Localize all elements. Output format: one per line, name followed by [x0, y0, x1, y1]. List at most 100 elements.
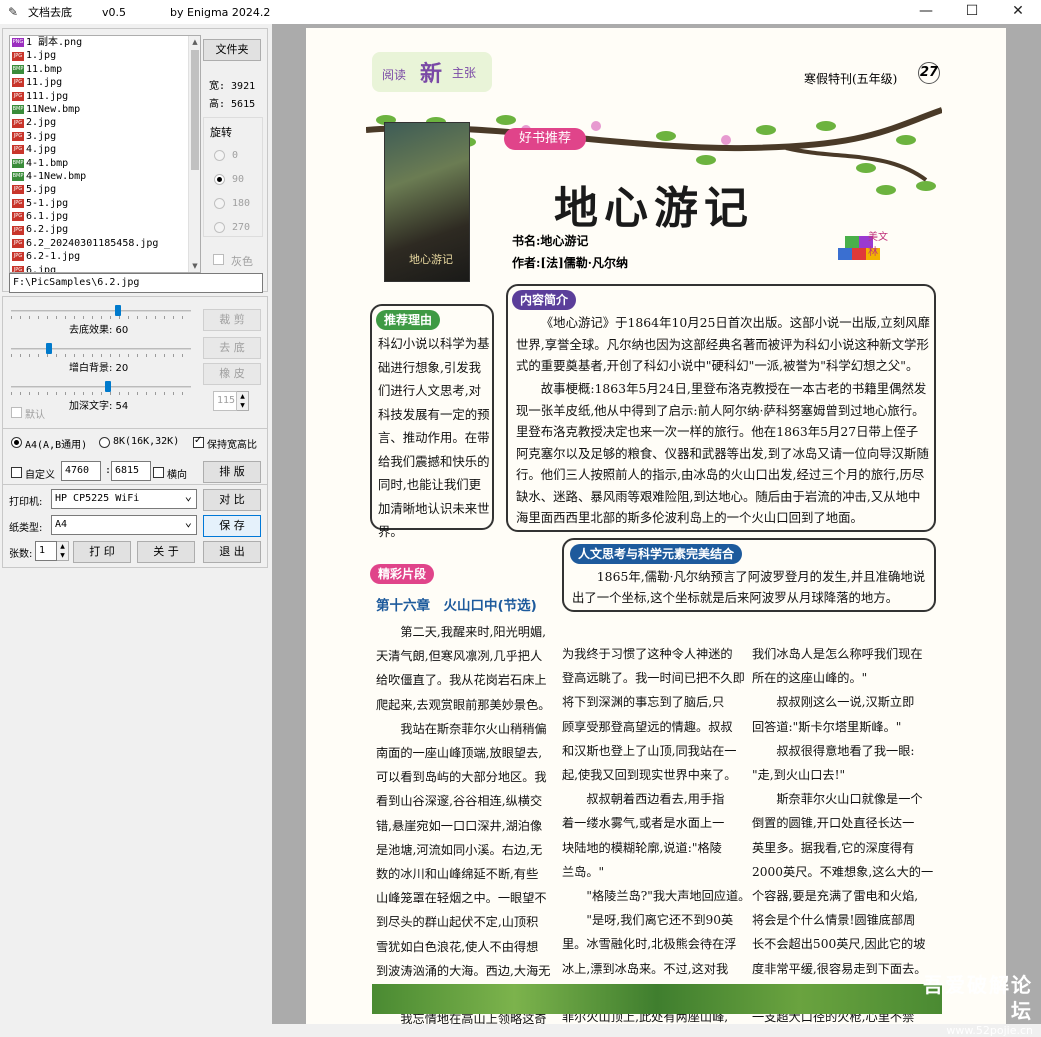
text-line: 起,使我又回到现实世界中来了。 [562, 768, 737, 783]
slider-knob[interactable] [104, 381, 111, 392]
scroll-up-icon[interactable]: ▲ [189, 36, 200, 48]
arrange-button[interactable]: 排 版 [203, 461, 261, 483]
printer-select[interactable]: HP CP5225 WiFi [51, 487, 197, 509]
minimize-button[interactable]: — [903, 0, 949, 24]
book-cover-image: 地心游记 [384, 122, 470, 282]
file-list-item[interactable]: JPG 1.jpg [10, 49, 200, 62]
custom-checkbox[interactable] [11, 467, 22, 478]
file-list-item[interactable]: JPG 4.jpg [10, 143, 200, 156]
copies-spinner[interactable]: ▲ ▼ [57, 541, 69, 561]
bmp-file-icon: BMP [12, 172, 24, 182]
app-version: v0.5 [102, 5, 127, 19]
close-button[interactable]: ✕ [995, 0, 1041, 24]
8k-radio[interactable] [99, 437, 110, 448]
text-line: 冰上,漂到冰岛来。不过,这对我 [562, 961, 729, 976]
text-line: 可以看到岛屿的大部分地区。我 [376, 770, 547, 785]
crop-button[interactable]: 裁 剪 [203, 309, 261, 331]
landscape-checkbox[interactable] [153, 467, 164, 478]
text-line: 爬起来,去观赏眼前那美妙景色。 [376, 697, 551, 712]
text-line: 顾享受那登高望远的情趣。叔叔 [562, 719, 733, 734]
gray-checkbox[interactable] [213, 254, 224, 265]
slider-knob[interactable] [45, 343, 52, 354]
file-path-field[interactable]: F:\PicSamples\6.2.jpg [9, 273, 263, 293]
copies-field[interactable]: 1 [35, 541, 57, 561]
file-list-item[interactable]: PNG 1 副本.png [10, 36, 200, 49]
rotate-90-label: 90 [232, 174, 245, 185]
paper-select[interactable]: A4 [51, 513, 197, 535]
file-group: PNG 1 副本.png JPG 1.jpg BMP 11.bmp JPG 11.jpg JPG… [2, 28, 268, 293]
file-list-item[interactable]: JPG 11.jpg [10, 76, 200, 89]
rotate-0-radio[interactable] [214, 150, 225, 161]
default-checkbox[interactable] [11, 407, 22, 418]
summary-p1: 《地心游记》于1864年10月25日首次出版。这部小说一出版,立刻风靡世界,享誉… [516, 315, 930, 373]
eraser-size-spinner[interactable]: ▲ ▼ [237, 391, 249, 411]
file-name: 1 副本.png [26, 37, 83, 48]
app-author: by Enigma 2024.2 [170, 5, 271, 19]
darken-slider[interactable] [11, 379, 191, 395]
custom-width-field[interactable]: 4760 [61, 461, 101, 481]
a4-radio[interactable] [11, 437, 22, 448]
text-line: 雪犹如白色浪花,使人不由得想 [376, 939, 539, 954]
blocks-illustration: 美文林 [838, 228, 894, 268]
file-list-item[interactable]: BMP 11New.bmp [10, 103, 200, 116]
file-list-item[interactable]: JPG 2.jpg [10, 116, 200, 129]
exit-button[interactable]: 退 出 [203, 541, 261, 563]
about-button[interactable]: 关 于 [137, 541, 195, 563]
compare-button[interactable]: 对 比 [203, 489, 261, 511]
science-text: 1865年,儒勒·凡尔纳预言了阿波罗登月的发生,并且准确地说出了一个坐标,这个坐… [572, 569, 926, 605]
file-list-item[interactable]: JPG 111.jpg [10, 90, 200, 103]
file-list-item[interactable]: JPG 5-1.jpg [10, 197, 200, 210]
file-name: 1.jpg [26, 50, 57, 62]
excerpt-column-3: 我们冰岛人是怎么称呼我们现在 所在的这座山峰的。" 叔叔刚这么一说,汉斯立即 回答道… [752, 642, 933, 1024]
text-line: 是池塘,河流如同小溪。右边,无 [376, 842, 543, 857]
text-line: 数的冰川和山峰绵延不断,有些 [376, 867, 539, 882]
rotate-180-radio[interactable] [214, 198, 225, 209]
science-box: 人文思考与科学元素完美结合 1865年,儒勒·凡尔纳预言了阿波罗登月的发生,并且… [562, 538, 936, 612]
remove-bg-slider[interactable] [11, 303, 191, 319]
file-list-item[interactable]: BMP 11.bmp [10, 63, 200, 76]
file-list-item[interactable]: BMP 4-1.bmp [10, 157, 200, 170]
save-button[interactable]: 保 存 [203, 515, 261, 537]
image-height: 高: 5615 [209, 99, 256, 110]
file-list-item[interactable]: JPG 6.2.jpg [10, 223, 200, 236]
text-line: 着一缕水雾气,或者是水面上一 [562, 816, 725, 831]
preview-area[interactable]: 阅读 新 主张 寒假特刊(五年级) 27 地心游记 好书推荐 地心游记 美文林 … [272, 24, 1041, 1024]
file-list-item[interactable]: JPG 6.1.jpg [10, 210, 200, 223]
text-line: 我站在斯奈菲尔火山稍稍偏 [376, 721, 547, 736]
remove-bg-button[interactable]: 去 底 [203, 337, 261, 359]
keep-ratio-checkbox[interactable] [193, 435, 204, 448]
8k-label: 8K(16K,32K) [113, 436, 180, 447]
rotate-270-radio[interactable] [214, 222, 225, 233]
print-button[interactable]: 打 印 [73, 541, 131, 563]
book-title-heading: 地心游记 [554, 183, 754, 234]
slider-knob[interactable] [115, 305, 122, 316]
rotate-90-radio[interactable] [214, 174, 225, 185]
text-line: 将下到深渊的事忘到了脑后,只 [562, 695, 725, 710]
folder-button[interactable]: 文件夹 [203, 39, 261, 61]
eraser-button[interactable]: 橡 皮 [203, 363, 261, 385]
file-list[interactable]: PNG 1 副本.png JPG 1.jpg BMP 11.bmp JPG 11.jpg JPG… [9, 35, 201, 273]
file-name: 4.jpg [26, 144, 57, 156]
file-list-item[interactable]: JPG 6.2_20240301185458.jpg [10, 237, 200, 250]
file-list-item[interactable]: JPG 3.jpg [10, 130, 200, 143]
custom-height-field[interactable]: 6815 [111, 461, 151, 481]
eraser-size-field[interactable]: 115 [213, 391, 237, 411]
file-name: 6.jpg [26, 264, 57, 273]
file-list-item[interactable]: JPG 6.2-1.jpg [10, 250, 200, 263]
maximize-button[interactable]: ☐ [949, 0, 995, 24]
add-white-slider[interactable] [11, 341, 191, 357]
png-file-icon: PNG [12, 38, 24, 48]
scroll-down-icon[interactable]: ▼ [189, 260, 200, 272]
scroll-thumb[interactable] [191, 50, 199, 170]
file-list-item[interactable]: JPG 6.jpg [10, 264, 200, 273]
reason-text: 科幻小说以科学为基础进行想象,引发我们进行人文思考,对科技发展有一定的预言、推动… [378, 336, 490, 539]
text-line: 度非常平缓,很容易走到下面去。 [752, 961, 927, 976]
file-name: 11.bmp [26, 63, 63, 75]
reason-tag: 推荐理由 [376, 310, 441, 330]
file-list-item[interactable]: BMP 4-1New.bmp [10, 170, 200, 183]
jpg-file-icon: JPG [12, 51, 24, 61]
bmp-file-icon: BMP [12, 158, 24, 168]
file-list-item[interactable]: JPG 5.jpg [10, 183, 200, 196]
file-list-scrollbar[interactable]: ▲ ▼ [188, 36, 200, 272]
image-width: 宽: 3921 [209, 81, 256, 92]
